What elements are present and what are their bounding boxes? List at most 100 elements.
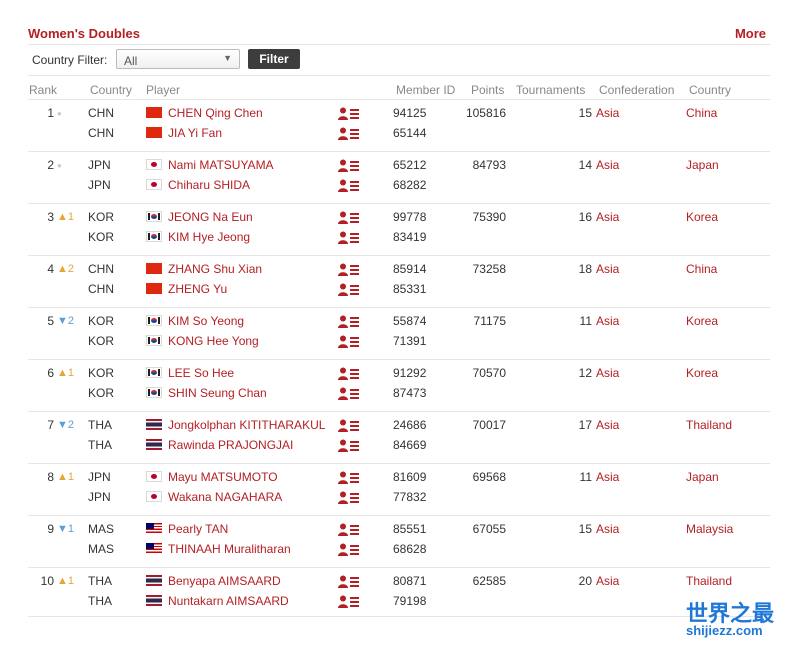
player-name-link[interactable]: LEE So Hee [168, 366, 234, 380]
player-profile-icon[interactable] [338, 127, 360, 141]
flag-kor-icon [146, 367, 162, 378]
player-name-link[interactable]: CHEN Qing Chen [168, 106, 263, 120]
player-profile-icon[interactable] [338, 387, 360, 401]
player-name-link[interactable]: Pearly TAN [168, 522, 228, 536]
player-profile-icon[interactable] [338, 335, 360, 349]
player-profile-icon[interactable] [338, 523, 360, 537]
player-profile-icon[interactable] [338, 315, 360, 329]
confederation-link[interactable]: Asia [596, 158, 619, 172]
flag-chn-icon [146, 283, 162, 294]
points-value: 75390 [472, 210, 506, 224]
flag-jpn-icon [146, 491, 162, 502]
member-id: 87473 [393, 386, 427, 400]
rank-number: 2 [47, 158, 54, 172]
country-link[interactable]: Japan [686, 470, 719, 484]
rank-up-indicator: ▲1 [57, 471, 75, 483]
player-profile-icon[interactable] [338, 575, 360, 589]
country-filter-bar: Country Filter: All ▼ Filter [32, 48, 762, 72]
filter-button[interactable]: Filter [248, 49, 300, 69]
rank-number: 6 [47, 366, 54, 380]
player-name-link[interactable]: KIM So Yeong [168, 314, 244, 328]
player-profile-icon[interactable] [338, 367, 360, 381]
player-profile-icon[interactable] [338, 543, 360, 557]
row-divider [28, 307, 770, 308]
player-profile-icon[interactable] [338, 283, 360, 297]
col-rank: Rank [29, 83, 58, 97]
country-link[interactable]: Korea [686, 366, 718, 380]
country-link[interactable]: Korea [686, 210, 718, 224]
player-name-link[interactable]: Benyapa AIMSAARD [168, 574, 281, 588]
country-code: CHN [88, 282, 114, 296]
country-link[interactable]: China [686, 262, 717, 276]
col-tournaments: Tournaments [516, 83, 586, 97]
section-title: Women's Doubles [28, 26, 140, 41]
tournaments-count: 12 [578, 366, 592, 380]
player-name-link[interactable]: Rawinda PRAJONGJAI [168, 438, 293, 452]
rank-unchanged-indicator: ● [57, 109, 62, 118]
player-name-link[interactable]: THINAAH Muralitharan [168, 542, 291, 556]
rank-number: 1 [47, 106, 54, 120]
country-link[interactable]: Thailand [686, 574, 732, 588]
row-divider [28, 203, 770, 204]
confederation-link[interactable]: Asia [596, 522, 619, 536]
player-profile-icon[interactable] [338, 471, 360, 485]
dropdown-arrow-icon: ▼ [223, 53, 232, 63]
country-code: JPN [88, 490, 111, 504]
confederation-link[interactable]: Asia [596, 314, 619, 328]
player-profile-icon[interactable] [338, 179, 360, 193]
player-profile-icon[interactable] [338, 231, 360, 245]
member-id: 81609 [393, 470, 427, 484]
country-code: THA [88, 438, 112, 452]
country-link[interactable]: Japan [686, 158, 719, 172]
country-code: KOR [88, 210, 115, 224]
confederation-link[interactable]: Asia [596, 418, 619, 432]
member-id: 77832 [393, 490, 427, 504]
player-name-link[interactable]: ZHANG Shu Xian [168, 262, 262, 276]
player-name-link[interactable]: Mayu MATSUMOTO [168, 470, 278, 484]
member-id: 71391 [393, 334, 427, 348]
player-name-link[interactable]: KONG Hee Yong [168, 334, 259, 348]
points-value: 70017 [472, 418, 506, 432]
rank-number: 7 [47, 418, 54, 432]
flag-chn-icon [146, 127, 162, 138]
player-name-link[interactable]: Nuntakarn AIMSAARD [168, 594, 289, 608]
player-profile-icon[interactable] [338, 439, 360, 453]
player-name-link[interactable]: Chiharu SHIDA [168, 178, 250, 192]
player-name-link[interactable]: Wakana NAGAHARA [168, 490, 282, 504]
country-link[interactable]: Malaysia [686, 522, 733, 536]
tournaments-count: 16 [578, 210, 592, 224]
player-profile-icon[interactable] [338, 419, 360, 433]
row-divider [28, 515, 770, 516]
country-link[interactable]: China [686, 106, 717, 120]
player-profile-icon[interactable] [338, 211, 360, 225]
player-profile-icon[interactable] [338, 595, 360, 609]
confederation-link[interactable]: Asia [596, 210, 619, 224]
confederation-link[interactable]: Asia [596, 574, 619, 588]
player-name-link[interactable]: ZHENG Yu [168, 282, 227, 296]
player-profile-icon[interactable] [338, 263, 360, 277]
player-name-link[interactable]: JIA Yi Fan [168, 126, 222, 140]
rank-up-indicator: ▲2 [57, 263, 75, 275]
player-profile-icon[interactable] [338, 491, 360, 505]
row-divider [28, 255, 770, 256]
country-link[interactable]: Thailand [686, 418, 732, 432]
confederation-link[interactable]: Asia [596, 470, 619, 484]
player-name-link[interactable]: Jongkolphan KITITHARAKUL [168, 418, 325, 432]
points-value: 70570 [472, 366, 506, 380]
player-profile-icon[interactable] [338, 159, 360, 173]
rank-up-indicator: ▲1 [57, 211, 75, 223]
country-filter-select[interactable]: All ▼ [116, 49, 240, 69]
country-filter-value: All [124, 54, 138, 68]
country-code: MAS [88, 542, 115, 556]
player-profile-icon[interactable] [338, 107, 360, 121]
more-link[interactable]: More [735, 26, 766, 41]
player-name-link[interactable]: Nami MATSUYAMA [168, 158, 274, 172]
confederation-link[interactable]: Asia [596, 106, 619, 120]
player-name-link[interactable]: JEONG Na Eun [168, 210, 253, 224]
confederation-link[interactable]: Asia [596, 262, 619, 276]
player-name-link[interactable]: SHIN Seung Chan [168, 386, 267, 400]
country-link[interactable]: Korea [686, 314, 718, 328]
player-name-link[interactable]: KIM Hye Jeong [168, 230, 250, 244]
confederation-link[interactable]: Asia [596, 366, 619, 380]
flag-tha-icon [146, 419, 162, 430]
